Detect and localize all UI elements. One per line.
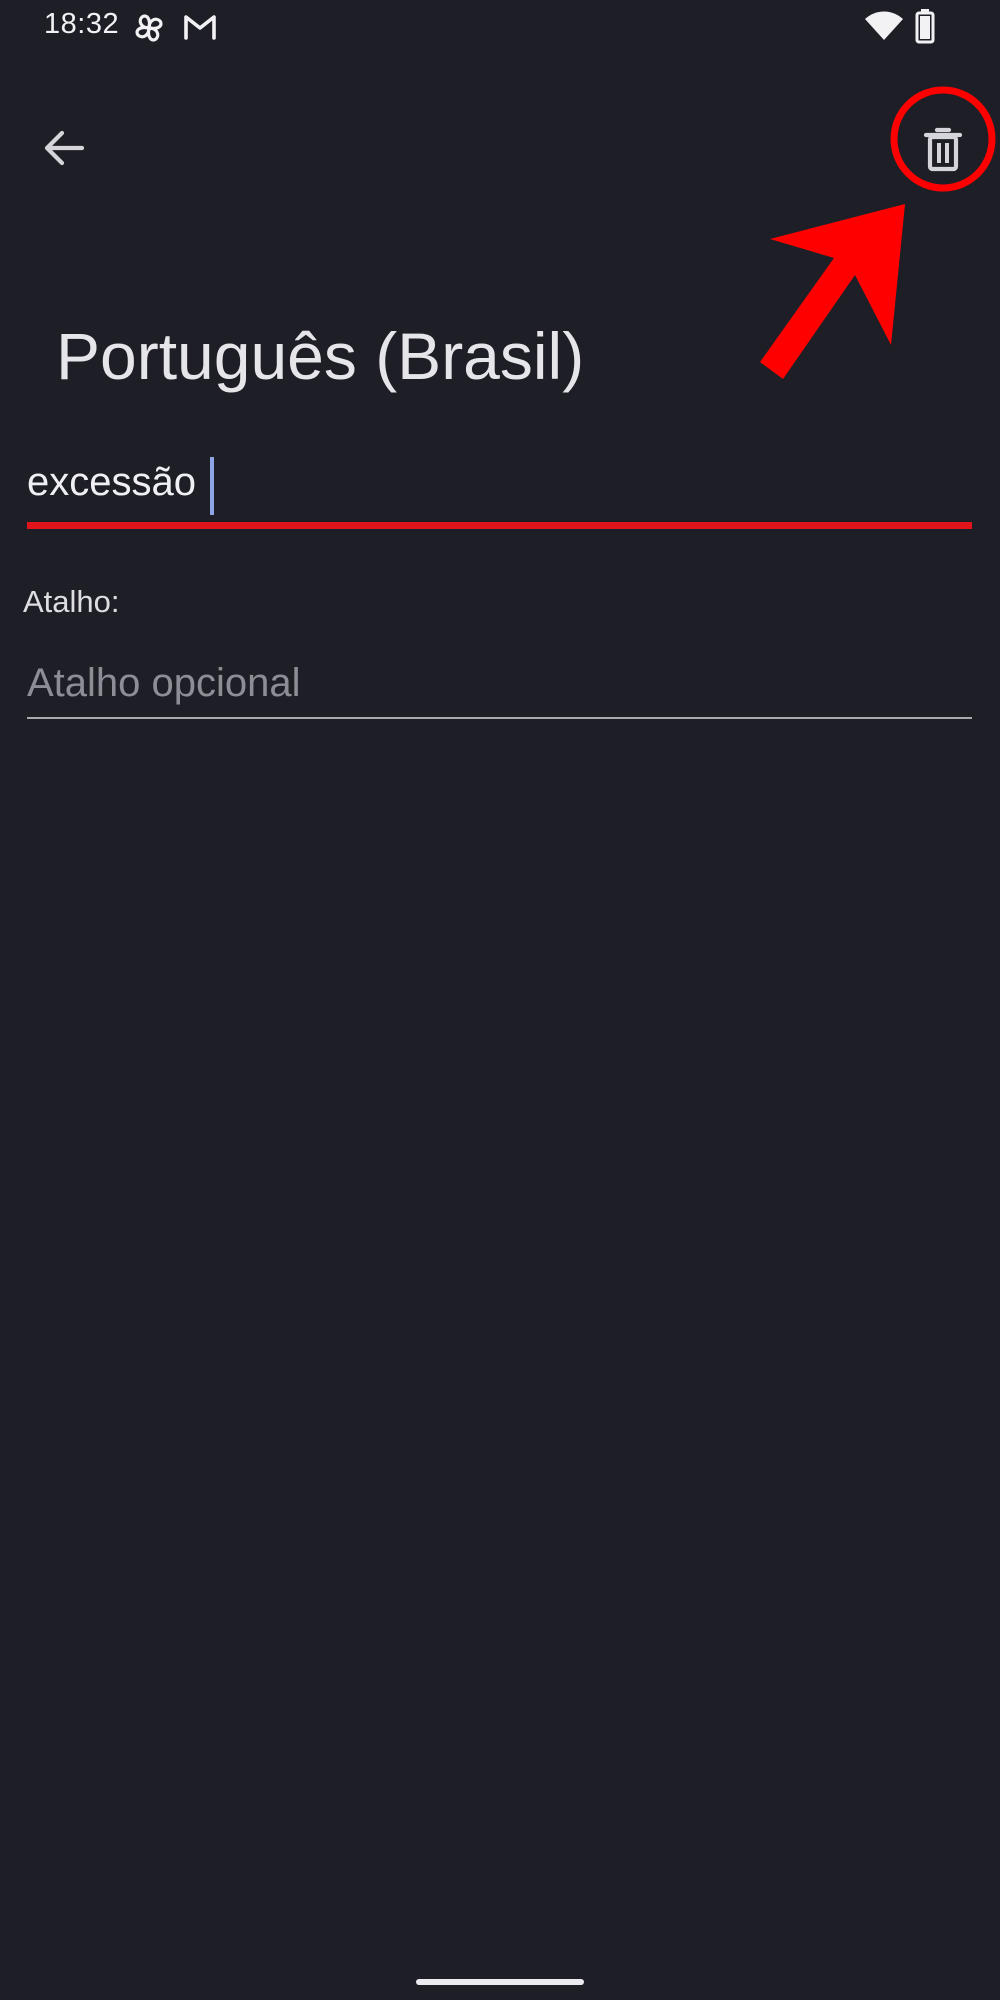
shortcut-label: Atalho:	[23, 584, 120, 619]
shortcut-input[interactable]	[27, 650, 972, 716]
page-title: Português (Brasil)	[56, 319, 585, 393]
pinwheel-icon	[135, 14, 163, 42]
annotation-circle	[890, 86, 996, 192]
shortcut-field[interactable]	[27, 650, 972, 720]
app-bar	[0, 80, 1000, 200]
word-field-underline	[27, 522, 972, 529]
word-input[interactable]: excessão	[27, 460, 196, 505]
annotation-arrow-icon	[760, 204, 905, 379]
text-cursor	[210, 457, 214, 515]
battery-icon	[915, 9, 935, 44]
gmail-icon	[184, 15, 216, 40]
word-field[interactable]: excessão	[27, 452, 972, 530]
shortcut-field-underline	[27, 717, 972, 719]
wifi-icon	[865, 11, 903, 40]
back-button[interactable]	[24, 108, 104, 188]
home-indicator[interactable]	[416, 1979, 584, 1985]
status-time: 18:32	[44, 8, 120, 40]
arrow-back-icon	[44, 130, 85, 166]
status-bar: 18:32	[0, 0, 1000, 56]
